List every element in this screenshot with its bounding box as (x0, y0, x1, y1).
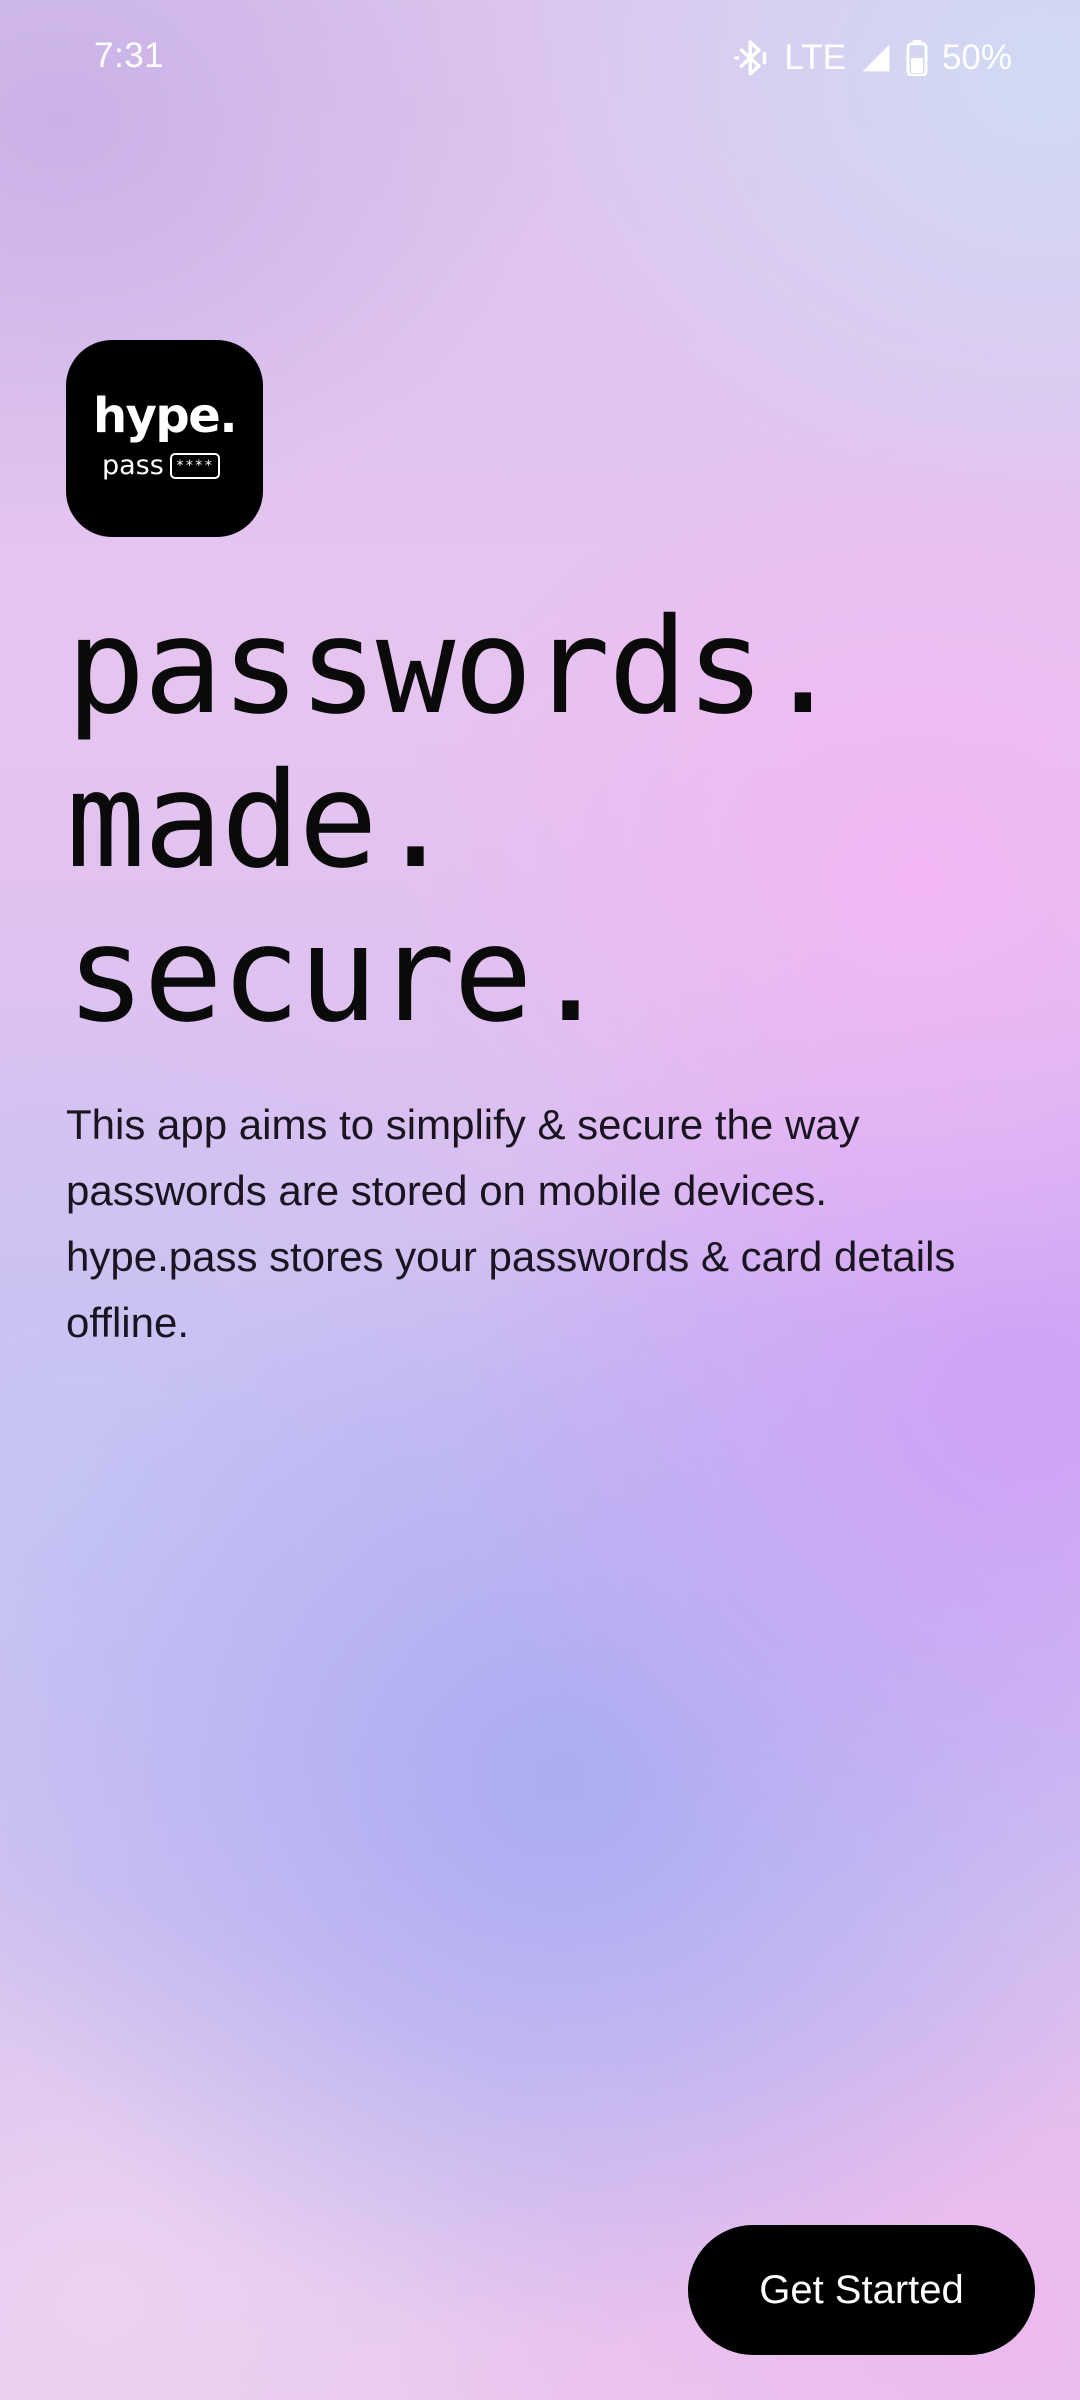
logo-sub-text: pass (102, 450, 164, 481)
battery-percent: 50% (941, 38, 1012, 77)
signal-icon (860, 42, 892, 74)
headline: passwords. made. secure. (66, 590, 843, 1052)
status-time: 7:31 (94, 36, 165, 75)
status-bar: 7:31 LTE 50% (0, 0, 1080, 118)
app-description: This app aims to simplify & secure the w… (66, 1101, 956, 1346)
status-icons: LTE 50% (732, 36, 1012, 80)
headline-line-2: made. (66, 744, 455, 898)
logo-brand-text: hype. (92, 388, 238, 444)
headline-line-3: secure. (66, 898, 610, 1052)
network-type: LTE (784, 38, 846, 77)
bluetooth-icon (732, 39, 770, 77)
app-logo: hype. pass **** (66, 340, 263, 537)
battery-icon (906, 40, 928, 76)
headline-line-1: passwords. (66, 590, 843, 744)
logo-password-mask: **** (169, 452, 220, 479)
get-started-button[interactable]: Get Started (688, 2225, 1035, 2355)
logo-subtitle: pass **** (102, 450, 220, 481)
